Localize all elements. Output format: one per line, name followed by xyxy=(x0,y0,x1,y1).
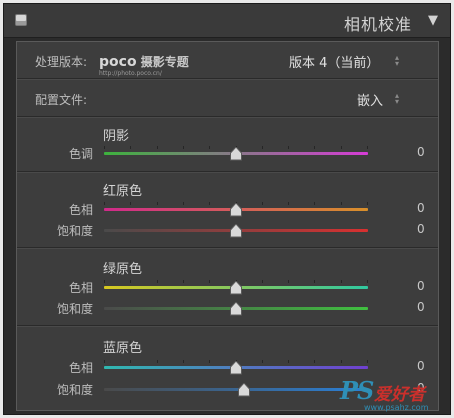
section-red-primary: 红原色 色相 0 饱和度 0 xyxy=(17,173,438,248)
section-title: 阴影 xyxy=(103,129,130,144)
slider-tick xyxy=(130,146,131,149)
slider-label: 饱和度 xyxy=(56,224,93,238)
section-title: 红原色 xyxy=(103,184,143,199)
slider-tick xyxy=(288,360,289,363)
green-saturation-value[interactable]: 0 xyxy=(417,300,425,314)
slider-tick xyxy=(288,202,289,205)
section-green-primary: 绿原色 色相 0 饱和度 0 xyxy=(17,249,438,326)
poco-logo-brand-cn: 摄影专题 xyxy=(140,55,189,69)
slider-tick xyxy=(209,202,210,205)
slider-tick xyxy=(130,360,131,363)
slider-tick xyxy=(104,202,105,205)
slider-tick xyxy=(209,280,210,283)
slider-tick xyxy=(341,146,342,149)
slider-tick xyxy=(183,146,184,149)
slider-tick xyxy=(104,146,105,149)
watermark-cn: 爱好者 xyxy=(374,385,425,405)
slider-tick xyxy=(104,360,105,363)
slider-tick xyxy=(367,202,368,205)
panel-title: 相机校准 xyxy=(343,15,412,34)
process-version-label: 处理版本: xyxy=(35,55,88,69)
blue-hue-value[interactable]: 0 xyxy=(417,359,425,373)
profile-select[interactable]: 嵌入 xyxy=(357,90,383,109)
poco-logo-brand: poco xyxy=(99,54,137,70)
slider-tick xyxy=(367,146,368,149)
slider-tick xyxy=(367,280,368,283)
section-title: 蓝原色 xyxy=(103,341,143,356)
slider-label: 饱和度 xyxy=(56,383,93,397)
slider-label: 色调 xyxy=(68,147,93,161)
slider-tick xyxy=(183,360,184,363)
slider-tick xyxy=(262,360,263,363)
red-hue-value[interactable]: 0 xyxy=(417,201,425,215)
shadow-tint-value[interactable]: 0 xyxy=(417,145,425,159)
slider-tick xyxy=(157,280,158,283)
slider-label: 色相 xyxy=(68,281,93,295)
process-version-updown-icon[interactable]: ▴ ▾ xyxy=(393,54,401,68)
psahz-watermark: PS 爱好者 www.psahz.com xyxy=(340,376,446,412)
slider-tick xyxy=(157,202,158,205)
poco-logo-url: http://photo.poco.cn/ xyxy=(99,70,162,77)
slider-label: 饱和度 xyxy=(56,302,93,316)
profile-label: 配置文件: xyxy=(35,93,88,107)
slider-tick xyxy=(262,202,263,205)
blue-saturation-track[interactable] xyxy=(104,388,368,391)
section-title: 绿原色 xyxy=(103,262,143,277)
profile-updown-icon[interactable]: ▴ ▾ xyxy=(393,92,401,106)
slider-tick xyxy=(314,202,315,205)
slider-tick xyxy=(341,202,342,205)
slider-label: 色相 xyxy=(68,361,93,375)
slider-tick xyxy=(262,146,263,149)
red-hue-thumb[interactable] xyxy=(230,202,242,217)
slider-tick xyxy=(341,360,342,363)
slider-tick xyxy=(157,146,158,149)
slider-tick xyxy=(157,360,158,363)
watermark-ps: PS xyxy=(340,376,374,405)
slider-tick xyxy=(104,280,105,283)
red-saturation-thumb[interactable] xyxy=(230,223,242,238)
slider-tick xyxy=(130,280,131,283)
slider-label: 色相 xyxy=(68,203,93,217)
slider-tick xyxy=(288,280,289,283)
collapse-triangle-icon[interactable]: ▼ xyxy=(428,13,438,28)
process-version-row: 处理版本: poco 摄影专题 http://photo.poco.cn/ 版本… xyxy=(17,42,438,79)
process-version-select[interactable]: 版本 4（当前） xyxy=(289,52,379,71)
green-hue-thumb[interactable] xyxy=(230,280,242,295)
panel-header[interactable]: 相机校准 ▼ xyxy=(4,4,450,38)
panel-toggle-switch[interactable] xyxy=(15,14,27,26)
blue-saturation-thumb[interactable] xyxy=(237,382,250,397)
poco-logo: poco 摄影专题 http://photo.poco.cn/ xyxy=(99,53,189,77)
slider-tick xyxy=(262,280,263,283)
slider-tick xyxy=(130,202,131,205)
slider-tick xyxy=(314,360,315,363)
shadow-tint-thumb[interactable] xyxy=(230,146,242,161)
slider-tick xyxy=(314,146,315,149)
slider-tick xyxy=(183,280,184,283)
blue-hue-thumb[interactable] xyxy=(230,360,242,375)
panel-body: 处理版本: poco 摄影专题 http://photo.poco.cn/ 版本… xyxy=(16,41,439,411)
green-hue-value[interactable]: 0 xyxy=(417,279,425,293)
green-saturation-thumb[interactable] xyxy=(230,301,242,316)
slider-tick xyxy=(209,146,210,149)
slider-tick xyxy=(288,146,289,149)
profile-row: 配置文件: 嵌入 ▴ ▾ xyxy=(17,80,438,117)
slider-tick xyxy=(314,280,315,283)
slider-tick xyxy=(367,360,368,363)
watermark-url: www.psahz.com xyxy=(364,403,429,412)
slider-tick xyxy=(341,280,342,283)
camera-calibration-panel: 相机校准 ▼ 处理版本: poco 摄影专题 http://photo.poco… xyxy=(3,3,451,415)
section-shadows: 阴影 色调 0 xyxy=(17,118,438,172)
slider-tick xyxy=(209,360,210,363)
slider-tick xyxy=(183,202,184,205)
red-saturation-value[interactable]: 0 xyxy=(417,222,425,236)
